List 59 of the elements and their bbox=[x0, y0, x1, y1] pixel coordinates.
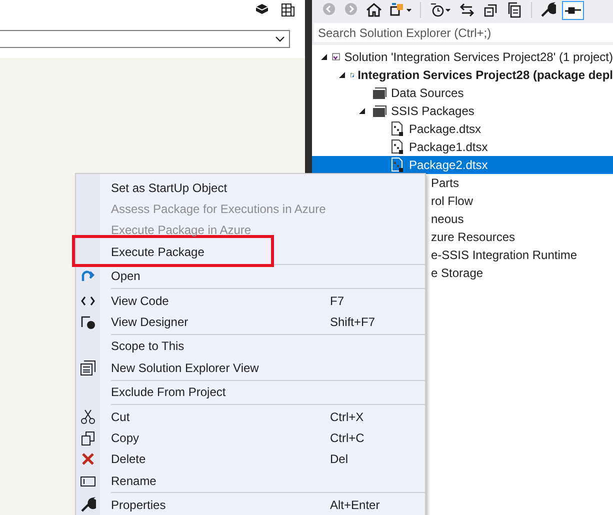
tree-item-label[interactable]: rol Flow bbox=[428, 192, 474, 210]
menu-item[interactable]: Delete bbox=[100, 452, 146, 466]
expanded-triangle-icon[interactable] bbox=[338, 71, 346, 79]
home-icon bbox=[366, 2, 382, 18]
search-field[interactable]: Search Solution Explorer (Ctrl+;) bbox=[314, 23, 613, 42]
shortcut-text: F7 bbox=[330, 294, 344, 308]
shortcut-text: Ctrl+X bbox=[330, 410, 364, 424]
tree-item-label[interactable]: Package1.dtsx bbox=[406, 138, 488, 156]
package-file-icon bbox=[390, 139, 406, 155]
expanded-triangle-icon[interactable] bbox=[358, 107, 366, 115]
menu-item[interactable]: Execute Package bbox=[100, 244, 204, 259]
swap-arrows-button[interactable] bbox=[457, 0, 477, 20]
tree-item-label[interactable]: Package.dtsx bbox=[406, 120, 482, 138]
sync-icon bbox=[390, 2, 412, 18]
table-icon[interactable] bbox=[281, 3, 295, 17]
tree-item-label[interactable]: zure Resources bbox=[428, 228, 516, 246]
tree-item-label[interactable]: e Storage bbox=[428, 264, 484, 282]
cube-icon[interactable] bbox=[255, 3, 269, 15]
shortcut-text: Ctrl+C bbox=[330, 430, 364, 445]
tree-item-label[interactable]: Parts bbox=[428, 174, 460, 192]
tree-item-label[interactable]: e-SSIS Integration Runtime bbox=[428, 246, 578, 264]
chevron-down-icon bbox=[275, 36, 285, 42]
copy-icon bbox=[80, 430, 96, 446]
shortcut-text: Shift+F7 bbox=[330, 315, 376, 330]
documents-icon bbox=[507, 2, 523, 18]
tree-item-label[interactable]: Data Sources bbox=[388, 84, 464, 102]
menu-item[interactable]: View Designer bbox=[100, 315, 188, 330]
tree-item-label[interactable]: SSIS Packages bbox=[388, 102, 474, 120]
shortcut-text: Del bbox=[330, 452, 348, 466]
menu-item[interactable]: Open bbox=[100, 269, 140, 284]
folder-icon bbox=[372, 85, 388, 101]
menu-item[interactable]: Scope to This bbox=[100, 339, 184, 354]
clock-icon bbox=[429, 2, 451, 18]
wrench-icon bbox=[80, 497, 96, 514]
menu-item[interactable]: View Code bbox=[100, 294, 169, 308]
pin-button[interactable] bbox=[562, 0, 584, 20]
tree-item-label[interactable]: Solution 'Integration Services Project28' (1 project) bbox=[341, 48, 613, 66]
menu-item[interactable]: Cut bbox=[100, 410, 130, 424]
menu-item[interactable]: Exclude From Project bbox=[100, 385, 226, 400]
tree-item-label[interactable]: neous bbox=[428, 210, 464, 228]
wrench-icon bbox=[540, 2, 556, 18]
menu-item[interactable]: Set as StartUp Object bbox=[100, 180, 228, 195]
menu-item[interactable]: New Solution Explorer View bbox=[100, 360, 259, 375]
collapse-all-icon bbox=[483, 2, 499, 18]
designer-icon bbox=[80, 314, 96, 330]
combo-box[interactable] bbox=[0, 30, 290, 48]
menu-item[interactable]: Rename bbox=[100, 474, 156, 488]
tree-item-label[interactable]: Integration Services Project28 (package depl bbox=[354, 66, 613, 84]
delete-x-icon bbox=[80, 451, 96, 468]
expanded-triangle-icon[interactable] bbox=[320, 53, 328, 61]
menu-item[interactable]: Properties bbox=[100, 498, 166, 512]
swap-arrows-icon bbox=[459, 2, 475, 18]
package-file-icon bbox=[390, 121, 406, 137]
home-button[interactable] bbox=[364, 0, 384, 20]
scissors-icon bbox=[80, 408, 96, 425]
menu-item[interactable]: Copy bbox=[100, 430, 140, 445]
folder-icon bbox=[372, 103, 388, 119]
new-view-icon bbox=[80, 360, 96, 376]
shortcut-text: Alt+Enter bbox=[330, 498, 380, 512]
